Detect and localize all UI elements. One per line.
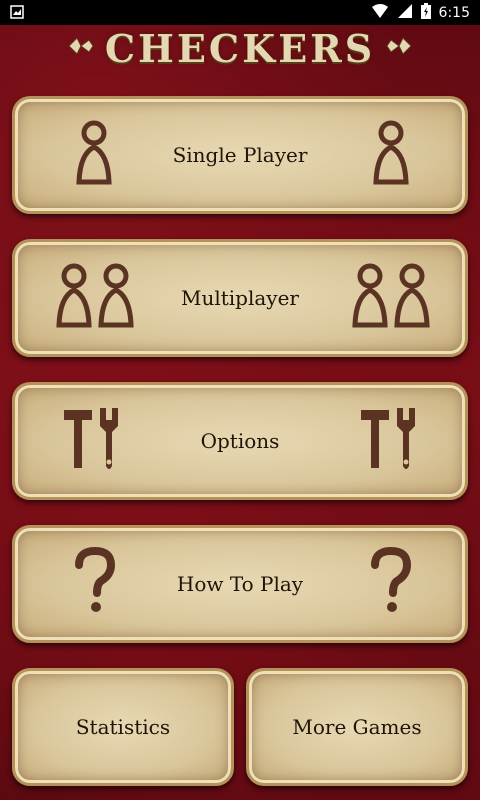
- status-bar: 6:15: [0, 0, 480, 25]
- wifi-icon: [371, 3, 389, 23]
- more-games-button[interactable]: More Games: [246, 668, 468, 786]
- question-icon: [369, 546, 413, 621]
- notification-icon: [10, 5, 24, 23]
- statistics-button[interactable]: Statistics: [12, 668, 234, 786]
- app-title: CHECKERS: [104, 25, 376, 71]
- left-ornament-icon: [67, 34, 95, 62]
- statistics-label: Statistics: [75, 715, 171, 739]
- multiplayer-button[interactable]: Multiplayer: [12, 239, 468, 357]
- how-to-play-button[interactable]: How To Play: [12, 525, 468, 643]
- right-ornament-icon: [385, 34, 413, 62]
- single-player-button[interactable]: Single Player: [12, 96, 468, 214]
- clock: 6:15: [438, 5, 470, 21]
- cell-signal-icon: [397, 3, 413, 23]
- tools-icon: [357, 404, 427, 478]
- person-icon: [372, 120, 410, 190]
- app-title-bar: CHECKERS: [0, 25, 480, 71]
- people-icon: [351, 263, 431, 333]
- battery-icon: [420, 3, 431, 23]
- options-button[interactable]: Options: [12, 382, 468, 500]
- more-games-label: More Games: [292, 715, 422, 739]
